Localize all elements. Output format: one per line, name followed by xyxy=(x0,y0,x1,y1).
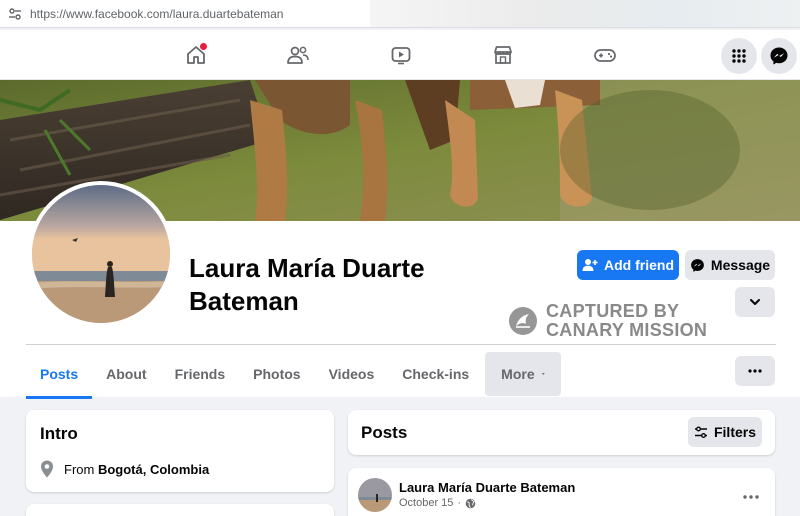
tab-more-label: More xyxy=(501,366,535,382)
messenger-icon xyxy=(691,258,704,272)
notification-dot xyxy=(200,43,207,50)
marketplace-icon[interactable] xyxy=(486,38,520,72)
watermark-line1: CAPTURED BY xyxy=(546,301,680,321)
facebook-top-nav xyxy=(0,30,800,80)
profile-name: Laura María Duarte Bateman xyxy=(189,253,425,316)
location-pin-icon xyxy=(41,460,53,478)
location-link[interactable]: Bogotá, Colombia xyxy=(98,462,209,477)
browser-url-bar[interactable]: https://www.facebook.com/laura.duartebat… xyxy=(0,0,800,28)
tab-posts[interactable]: Posts xyxy=(26,352,93,399)
intro-card: Intro From Bogotá, Colombia xyxy=(26,410,334,492)
home-icon[interactable] xyxy=(179,38,213,72)
header-divider xyxy=(26,344,776,345)
filters-label: Filters xyxy=(713,424,756,440)
profile-tabs: Posts About Friends Photos Videos Check-… xyxy=(26,352,562,399)
intro-location-row: From Bogotá, Colombia xyxy=(40,460,209,478)
tab-friends[interactable]: Friends xyxy=(161,352,240,396)
site-settings-icon[interactable] xyxy=(0,0,30,28)
canary-logo-icon xyxy=(509,307,537,335)
add-friend-button[interactable]: Add friend xyxy=(577,250,679,280)
intro-title: Intro xyxy=(40,424,78,443)
profile-options-dropdown[interactable] xyxy=(735,287,775,317)
post-options-icon[interactable] xyxy=(743,486,759,504)
message-label: Message xyxy=(710,257,771,273)
tab-videos[interactable]: Videos xyxy=(315,352,389,396)
location-prefix: From xyxy=(64,461,95,477)
post-date[interactable]: October 15 xyxy=(399,497,453,509)
canary-mission-watermark: CAPTURED BY CANARY MISSION xyxy=(508,302,707,340)
more-options-button[interactable] xyxy=(735,356,775,386)
post-card: Laura María Duarte Bateman October 15 · xyxy=(348,468,775,516)
globe-icon xyxy=(465,498,476,508)
tab-more[interactable]: More xyxy=(485,352,562,396)
filters-button[interactable]: Filters xyxy=(688,417,762,447)
ellipsis-icon xyxy=(748,369,762,373)
tab-photos[interactable]: Photos xyxy=(239,352,314,396)
meta-separator: · xyxy=(457,497,462,509)
watermark-line2: CANARY MISSION xyxy=(546,320,708,340)
sidebar-card-partial xyxy=(26,504,334,516)
tab-about[interactable]: About xyxy=(92,352,160,396)
messenger-icon[interactable] xyxy=(761,38,797,74)
add-friend-label: Add friend xyxy=(604,257,674,273)
friends-icon[interactable] xyxy=(281,38,315,72)
gaming-icon[interactable] xyxy=(588,38,622,72)
post-author-name[interactable]: Laura María Duarte Bateman xyxy=(399,480,575,495)
add-person-icon xyxy=(582,259,598,271)
caret-down-icon xyxy=(541,373,545,375)
message-button[interactable]: Message xyxy=(685,250,775,280)
filters-icon xyxy=(694,426,707,438)
posts-title: Posts xyxy=(361,423,408,442)
chevron-down-icon xyxy=(750,299,760,305)
menu-grid-icon[interactable] xyxy=(721,38,757,74)
url-text[interactable]: https://www.facebook.com/laura.duartebat… xyxy=(30,7,283,21)
post-author-avatar[interactable] xyxy=(358,478,392,512)
post-meta: October 15 · xyxy=(399,497,476,509)
tab-check-ins[interactable]: Check-ins xyxy=(388,352,483,396)
watch-icon[interactable] xyxy=(384,38,418,72)
blurred-browser-area xyxy=(370,0,800,27)
posts-header-card: Posts Filters xyxy=(348,410,775,455)
profile-avatar[interactable] xyxy=(28,181,174,327)
